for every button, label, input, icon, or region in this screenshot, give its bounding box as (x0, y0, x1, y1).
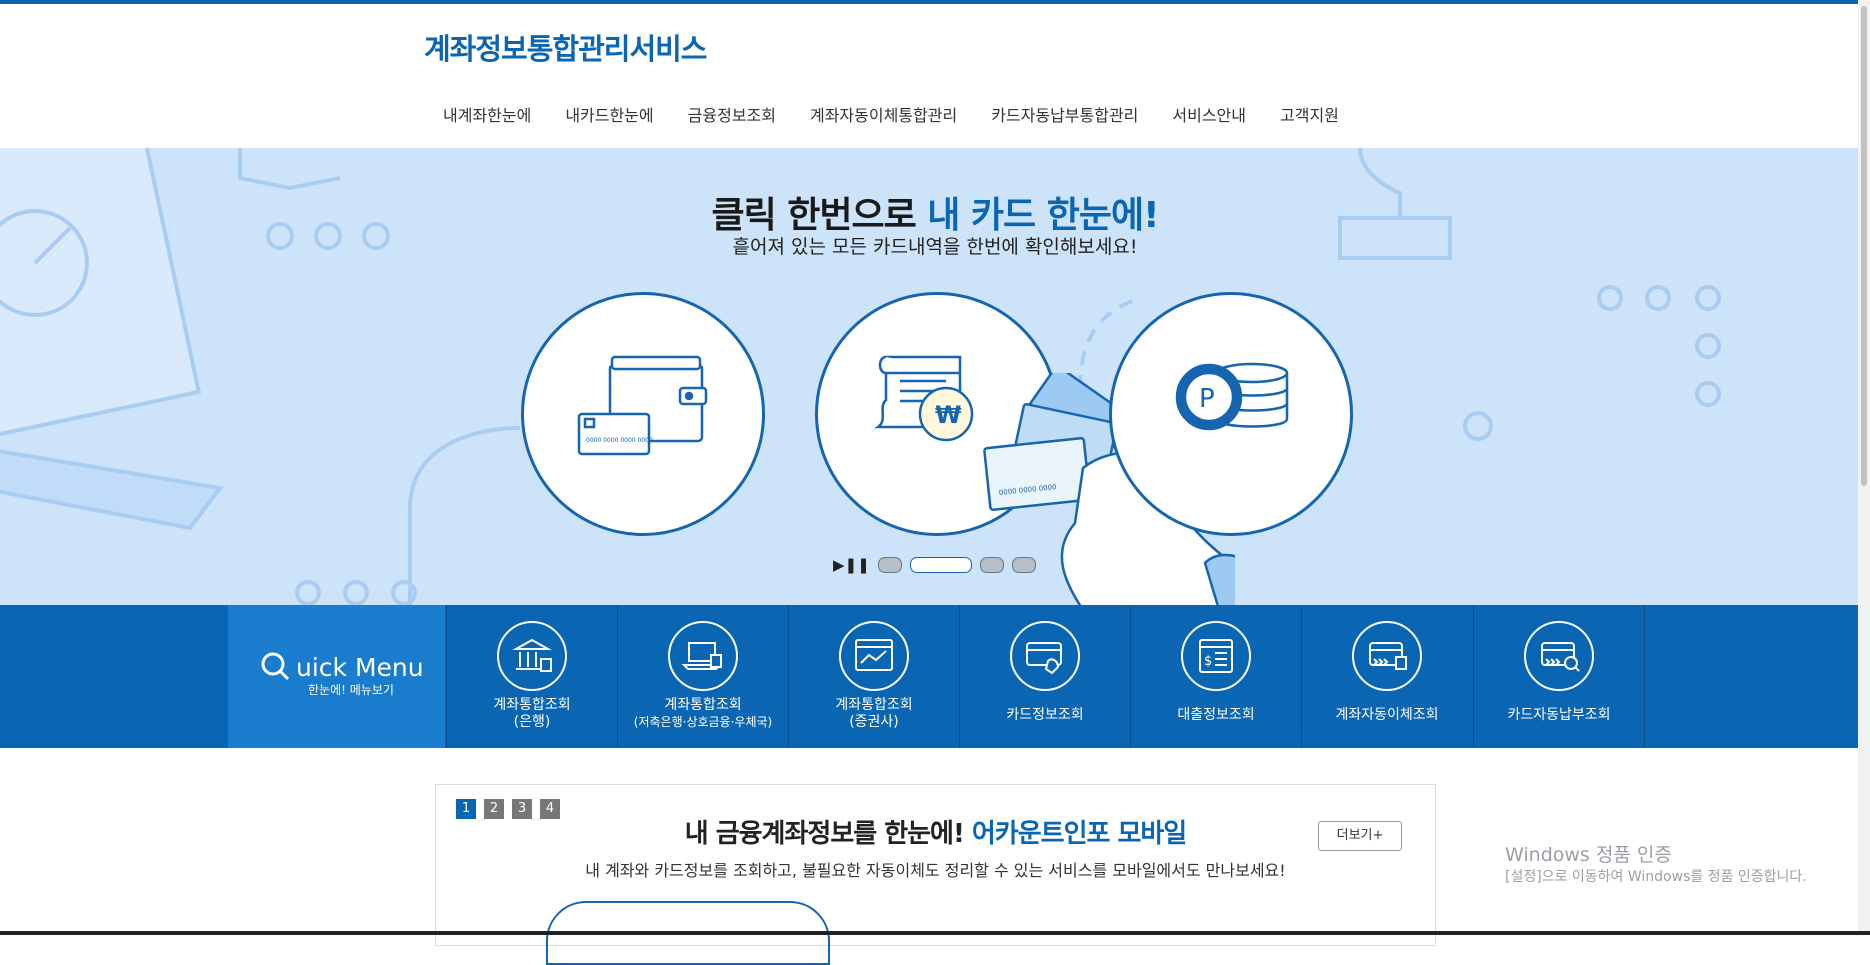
play-pause-button[interactable]: ▶❚❚ (833, 556, 870, 574)
quick-item-label: 계좌통합조회 (664, 697, 742, 713)
quick-item-label: 계좌통합조회 (835, 697, 913, 713)
nav-item-card-auto-payment[interactable]: 카드자동납부통합관리 (991, 102, 1138, 126)
nav-item-my-cards[interactable]: 내카드한눈에 (565, 102, 653, 126)
quick-item-sublabel: (증권사) (849, 714, 899, 730)
quick-item-label: 대출정보조회 (1177, 707, 1255, 723)
magnifier-icon (261, 652, 290, 681)
card-search-icon (1524, 621, 1594, 691)
panel-title: 내 금융계좌정보를 한눈에! 어카운트인포 모바일 (436, 813, 1435, 850)
quick-menu-bar: uick Menu 한눈에! 메뉴보기 계좌통합조회 (은행) 계좌통합조회 (저축… (0, 605, 1870, 748)
vertical-scrollbar[interactable] (1858, 0, 1870, 935)
loan-document-icon: $ (1181, 621, 1251, 691)
wallet-icon: 0000 0000 0000 0000 (577, 355, 708, 456)
card-hand-icon (1010, 621, 1080, 691)
quick-menu-heading: uick Menu 한눈에! 메뉴보기 (228, 605, 445, 748)
hero-title: 클릭 한번으로 내 카드 한눈에! (0, 186, 1870, 238)
quick-item-label: 계좌통합조회 (493, 697, 571, 713)
point-database-icon: P (1175, 362, 1289, 431)
panel-title-plain: 내 금융계좌정보를 한눈에! (684, 819, 972, 849)
more-button[interactable]: 더보기+ (1318, 821, 1402, 851)
hero-subtitle: 흩어져 있는 모든 카드내역을 한번에 확인해보세요! (732, 236, 1138, 258)
quick-item-label: 카드자동납부조회 (1507, 707, 1611, 723)
quick-item-label: 계좌자동이체조회 (1335, 707, 1439, 723)
site-logo[interactable]: 계좌정보통합관리서비스 (424, 26, 707, 68)
bank-icon (497, 621, 567, 691)
quick-item-card-auto-payment[interactable]: 카드자동납부조회 (1473, 605, 1645, 748)
mobile-promo-panel: 1 2 3 4 내 금융계좌정보를 한눈에! 어카운트인포 모바일 내 계좌와 … (435, 784, 1436, 965)
wallet-circle: 0000 0000 0000 0000 (521, 292, 765, 536)
windows-activation-message: [설정]으로 이동하여 Windows를 정품 인증합니다. (1505, 869, 1807, 885)
points-circle: P (1109, 292, 1353, 536)
auto-transfer-icon (1352, 621, 1422, 691)
svg-text:$: $ (1204, 654, 1212, 669)
hero-banner: 클릭 한번으로 내 카드 한눈에! 흩어져 있는 모든 카드내역을 한번에 확인… (0, 148, 1870, 605)
slide-indicator-1[interactable] (877, 557, 902, 573)
quick-item-loan-info[interactable]: $ 대출정보조회 (1130, 605, 1301, 748)
hero-title-plain: 클릭 한번으로 (711, 195, 928, 236)
wallet-card-number: 0000 0000 0000 0000 (586, 437, 653, 444)
quick-item-bank-accounts[interactable]: 계좌통합조회 (은행) (446, 605, 617, 748)
nav-item-my-accounts[interactable]: 내계좌한눈에 (443, 102, 531, 126)
quick-menu-subtitle: 한눈에! 메뉴보기 (308, 683, 394, 697)
quick-menu-title: uick Menu (296, 653, 424, 682)
slide-indicator-2[interactable] (909, 557, 972, 573)
quick-item-card-info[interactable]: 카드정보조회 (959, 605, 1130, 748)
top-accent-line (0, 0, 1870, 4)
chart-screen-icon (839, 621, 909, 691)
quick-item-auto-transfer[interactable]: 계좌자동이체조회 (1301, 605, 1472, 748)
quick-item-sublabel: (저축은행·상호금융·우체국) (633, 715, 773, 729)
nav-item-account-auto-transfer[interactable]: 계좌자동이체통합관리 (810, 102, 957, 126)
panel-title-highlight: 어카운트인포 모바일 (971, 819, 1187, 849)
bottom-edge (0, 931, 1870, 935)
point-letter: P (1199, 384, 1215, 414)
nav-item-financial-info[interactable]: 금융정보조회 (688, 102, 776, 126)
slide-indicator-4[interactable] (1011, 557, 1036, 573)
quick-item-sublabel: (은행) (513, 714, 551, 730)
nav-item-customer-support[interactable]: 고객지원 (1280, 102, 1339, 126)
hero-title-highlight: 내 카드 한눈에! (927, 195, 1159, 236)
won-sign: ₩ (935, 401, 962, 429)
panel-subtitle: 내 계좌와 카드정보를 조회하고, 불필요한 자동이체도 정리할 수 있는 서비… (585, 861, 1286, 880)
laptop-icon (668, 621, 738, 691)
slider-controls: ▶❚❚ (833, 556, 1036, 574)
quick-item-securities-accounts[interactable]: 계좌통합조회 (증권사) (788, 605, 959, 748)
quick-item-label: 카드정보조회 (1006, 707, 1084, 723)
slide-indicator-3[interactable] (979, 557, 1004, 573)
main-nav: 내계좌한눈에 내카드한눈에 금융정보조회 계좌자동이체통합관리 카드자동납부통합… (443, 102, 1373, 126)
nav-item-service-guide[interactable]: 서비스안내 (1172, 102, 1246, 126)
scrollbar-thumb[interactable] (1861, 6, 1867, 486)
windows-activation-title: Windows 정품 인증 (1505, 844, 1672, 866)
quick-item-savings-accounts[interactable]: 계좌통합조회 (저축은행·상호금융·우체국) (617, 605, 788, 748)
